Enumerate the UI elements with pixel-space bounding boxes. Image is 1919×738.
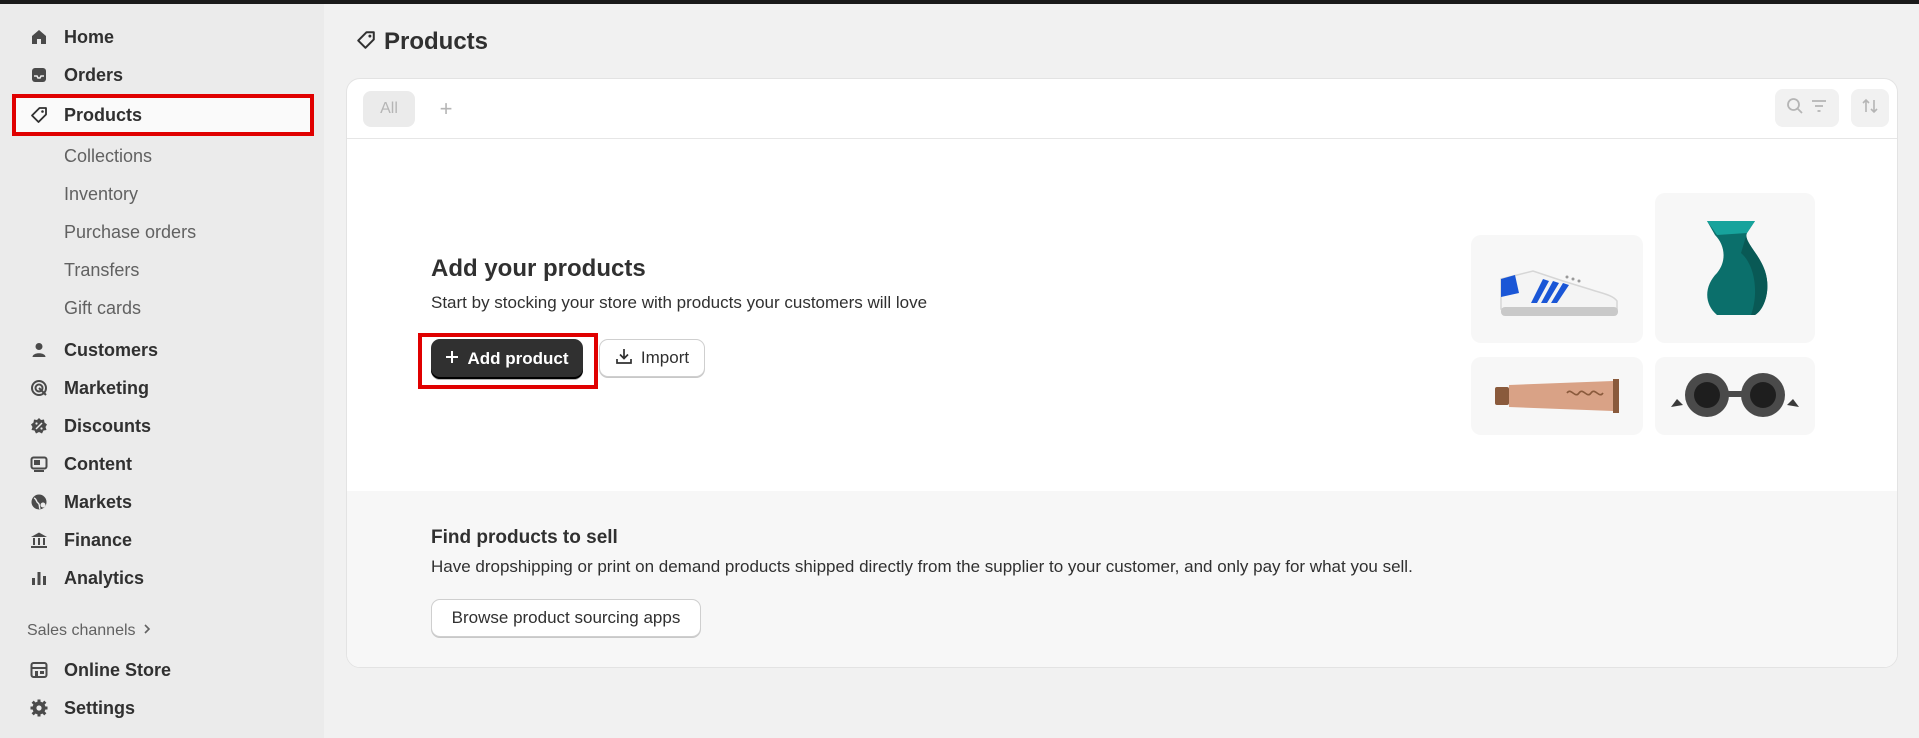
sidebar-item-orders[interactable]: Orders [12,57,314,93]
sidebar-subitem-label: Purchase orders [64,222,197,242]
sidebar-item-label: Analytics [64,567,145,588]
browse-sourcing-apps-button[interactable]: Browse product sourcing apps [431,599,701,637]
sort-button[interactable] [1851,89,1889,127]
inbox-icon [30,66,48,84]
sidebar-subitem-transfers[interactable]: Transfers [12,252,314,286]
tag-icon [356,30,376,55]
sidebar-item-content[interactable]: Content [12,446,314,482]
sneaker-illustration [1471,235,1643,343]
sidebar-subitem-collections[interactable]: Collections [12,138,314,172]
sidebar-item-label: Online Store [64,659,172,680]
sidebar-item-marketing[interactable]: Marketing [12,370,314,406]
sourcing-title: Find products to sell [431,527,618,548]
sidebar-item-analytics[interactable]: Analytics [12,560,314,596]
store-icon [30,661,48,679]
sidebar-subitem-label: Collections [64,146,153,166]
target-icon [30,379,48,397]
product-sourcing-section: Find products to sell Have dropshipping … [347,491,1897,667]
sidebar-item-settings[interactable]: Settings [12,690,314,726]
sidebar-item-customers[interactable]: Customers [12,332,314,368]
search-icon [1786,97,1804,120]
sidebar-subitem-label: Transfers [64,260,140,280]
sidebar-item-label: Marketing [64,377,150,398]
sidebar-item-finance[interactable]: Finance [12,522,314,558]
chevron-right-icon [142,622,152,640]
home-icon [30,28,48,46]
import-label: Import [640,348,690,367]
sidebar-item-label: Customers [64,339,159,360]
plus-icon [445,349,459,369]
sidebar-item-label: Home [64,26,115,47]
person-icon [30,341,48,359]
sidebar-item-label: Products [64,104,143,125]
sort-icon [1861,97,1879,120]
sales-channels-label: Sales channels [27,622,136,639]
sidebar-subitem-purchase-orders[interactable]: Purchase orders [12,214,314,248]
add-product-button[interactable]: Add product [431,339,583,379]
empty-state-title: Add your products [431,255,646,282]
card-header: All + [347,79,1897,139]
sidebar-subitem-inventory[interactable]: Inventory [12,176,314,210]
tab-all[interactable]: All [363,91,415,127]
sidebar-subitem-label: Inventory [64,184,139,204]
vase-illustration [1655,193,1815,343]
sidebar-item-label: Settings [64,697,136,718]
sidebar-item-online-store[interactable]: Online Store [12,652,314,688]
sidebar-item-label: Content [64,453,132,474]
sidebar-item-home[interactable]: Home [12,19,314,55]
sunglasses-illustration [1655,357,1815,435]
page-title: Products [356,28,488,56]
tube-illustration [1471,357,1643,435]
sidebar-item-products[interactable]: Products [12,94,314,136]
bar-chart-icon [30,569,48,587]
sidebar-item-discounts[interactable]: Discounts [12,408,314,444]
gear-icon [30,699,48,717]
sourcing-subtitle: Have dropshipping or print on demand pro… [431,557,1413,576]
page-title-text: Products [384,28,489,55]
sidebar-subitem-gift-cards[interactable]: Gift cards [12,290,314,324]
download-icon [615,347,633,370]
add-product-label: Add product [467,349,569,368]
tag-icon [30,106,48,124]
bank-icon [30,531,48,549]
sidebar: Home Orders Products Collections Invento… [0,4,324,738]
content-icon [30,455,48,473]
sidebar-item-label: Finance [64,529,133,550]
sidebar-item-label: Discounts [64,415,152,436]
sales-channels-link[interactable]: Sales channels [27,622,152,640]
import-button[interactable]: Import [599,339,705,377]
sidebar-item-label: Markets [64,491,133,512]
search-filter-button[interactable] [1775,89,1839,127]
sidebar-item-label: Orders [64,64,124,85]
products-card: All + Add your products Start by stockin… [346,78,1898,668]
filter-icon [1810,97,1828,120]
globe-icon [30,493,48,511]
empty-state-subtitle: Start by stocking your store with produc… [431,293,928,312]
sidebar-item-markets[interactable]: Markets [12,484,314,520]
discount-icon [30,417,48,435]
add-view-button[interactable]: + [431,93,461,125]
sidebar-subitem-label: Gift cards [64,298,142,318]
